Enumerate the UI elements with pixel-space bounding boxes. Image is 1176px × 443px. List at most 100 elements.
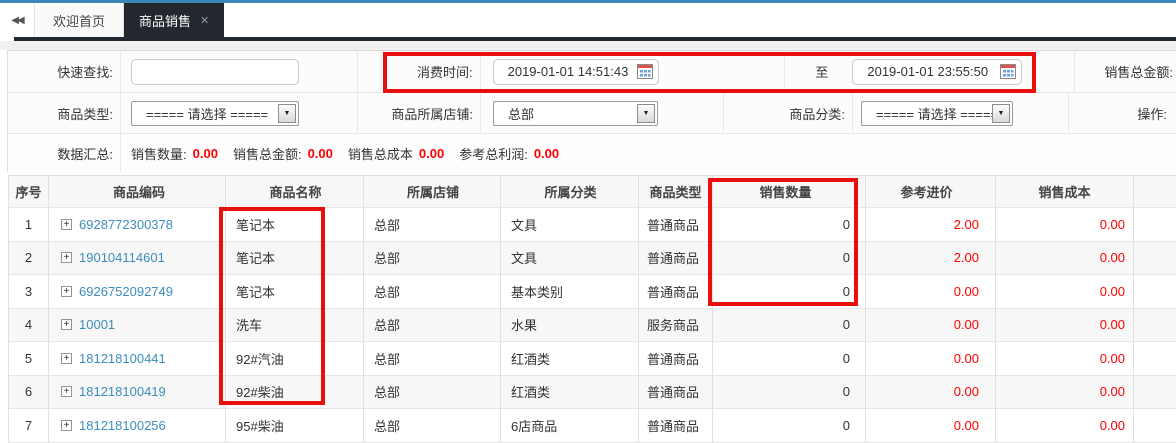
table-row[interactable]: 4 +10001 洗车 总部 水果 服务商品 0 0.00 0.00 (9, 308, 1176, 342)
row-no: 3 (9, 275, 49, 308)
summary-sales-cost-value: 0.00 (418, 145, 445, 161)
expand-row-icon[interactable]: + (61, 419, 72, 431)
store-select[interactable]: 总部 ▼ (493, 100, 658, 126)
row-store: 总部 (364, 241, 501, 274)
row-code: +6926752092749 (49, 275, 226, 308)
row-cost: 0.00 (996, 241, 1134, 274)
table-row[interactable]: 1 +6928772300378 笔记本 总部 文具 普通商品 0 2.00 0.00 (9, 208, 1176, 242)
category-select[interactable]: ===== 请选择 ===== ▼ (861, 100, 1013, 126)
collapse-tabs-icon[interactable]: ◀◀ (0, 3, 34, 37)
tab-product-sales[interactable]: 商品销售 ✕ (124, 3, 225, 37)
row-qty: 0 (713, 208, 866, 241)
table-row[interactable]: 7 +181218100256 95#柴油 总部 6店商品 普通商品 0 0.00 0.00 (9, 409, 1176, 443)
row-category: 水果 (501, 308, 639, 341)
quick-search-label: 快速查找: (57, 65, 113, 80)
col-ref-price[interactable]: 参考进价 (866, 176, 996, 207)
row-cost: 0.00 (996, 375, 1134, 408)
dropdown-arrow-icon[interactable]: ▼ (992, 103, 1010, 123)
row-name: 92#柴油 (226, 375, 364, 408)
product-code-link[interactable]: 181218100441 (79, 351, 166, 366)
sales-table: 序号 商品编码 商品名称 所属店铺 所属分类 商品类型 销售数量 参考进价 销售… (8, 175, 1176, 443)
dropdown-arrow-icon[interactable]: ▼ (637, 103, 655, 123)
filter-row-1: 快速查找: 消费时间: 2019-01-01 14:51:43 至 2019-0… (8, 51, 1176, 93)
row-code: +190104114601 (49, 241, 226, 274)
col-sales-cost[interactable]: 销售成本 (996, 176, 1134, 207)
row-ref-price: 0.00 (866, 308, 996, 341)
time-from-input[interactable]: 2019-01-01 14:51:43 (492, 58, 659, 85)
row-category: 红酒类 (501, 375, 639, 408)
expand-row-icon[interactable]: + (61, 252, 72, 264)
row-name: 笔记本 (226, 208, 364, 241)
col-sales-qty[interactable]: 销售数量 (713, 176, 866, 207)
row-no: 7 (9, 409, 49, 442)
product-type-label: 商品类型: (57, 106, 113, 122)
col-product-code[interactable]: 商品编码 (49, 176, 226, 207)
tab-welcome-label: 欢迎首页 (53, 13, 106, 29)
summary-sales-amount-value: 0.00 (307, 145, 333, 161)
row-qty: 0 (713, 342, 866, 375)
col-product-name[interactable]: 商品名称 (226, 176, 364, 207)
row-code: +181218100441 (49, 342, 226, 375)
row-name: 笔记本 (226, 275, 364, 308)
time-from-value: 2019-01-01 14:51:43 (507, 64, 629, 79)
row-category: 红酒类 (501, 342, 639, 375)
product-code-link[interactable]: 6928772300378 (79, 217, 173, 232)
dropdown-arrow-icon[interactable]: ▼ (278, 103, 296, 123)
tab-product-sales-label: 商品销售 (139, 13, 192, 29)
row-no: 6 (9, 375, 49, 408)
to-label: 至 (815, 65, 829, 80)
row-category: 文具 (501, 241, 639, 274)
category-label: 商品分类: (789, 106, 845, 122)
row-qty: 0 (713, 275, 866, 308)
table-header-row: 序号 商品编码 商品名称 所属店铺 所属分类 商品类型 销售数量 参考进价 销售… (9, 176, 1176, 208)
col-category[interactable]: 所属分类 (501, 176, 639, 207)
expand-row-icon[interactable]: + (61, 218, 72, 230)
row-no: 5 (9, 342, 49, 375)
close-tab-icon[interactable]: ✕ (200, 14, 209, 27)
col-store[interactable]: 所属店铺 (364, 176, 501, 207)
product-type-select[interactable]: ===== 请选择 ===== ▼ (131, 100, 299, 126)
quick-search-input[interactable] (130, 58, 299, 85)
expand-row-icon[interactable]: + (61, 352, 72, 364)
row-no: 1 (9, 208, 49, 241)
row-type: 普通商品 (639, 241, 713, 274)
filter-panel: 快速查找: 消费时间: 2019-01-01 14:51:43 至 2019-0… (7, 50, 1176, 172)
expand-row-icon[interactable]: + (61, 386, 72, 398)
col-product-type[interactable]: 商品类型 (639, 176, 713, 207)
table-row[interactable]: 3 +6926752092749 笔记本 总部 基本类别 普通商品 0 0.00 0.00 (9, 275, 1176, 309)
product-code-link[interactable]: 181218100256 (79, 418, 166, 433)
total-sales-amount-label: 销售总金额: (1104, 65, 1174, 80)
product-code-link[interactable]: 6926752092749 (79, 284, 173, 299)
page-gap (0, 41, 1176, 50)
row-type: 普通商品 (639, 375, 713, 408)
product-code-link[interactable]: 181218100419 (79, 384, 166, 399)
row-cost: 0.00 (996, 208, 1134, 241)
calendar-icon[interactable] (1000, 64, 1017, 79)
row-ref-price: 0.00 (866, 409, 996, 442)
store-label: 商品所属店铺: (391, 106, 473, 122)
product-code-link[interactable]: 10001 (79, 317, 115, 332)
expand-row-icon[interactable]: + (61, 319, 72, 331)
expand-row-icon[interactable]: + (61, 285, 72, 297)
table-row[interactable]: 2 +190104114601 笔记本 总部 文具 普通商品 0 2.00 0.00 (9, 241, 1176, 275)
summary-profit-value: 0.00 (533, 145, 560, 161)
row-type: 普通商品 (639, 409, 713, 442)
col-sales-amount[interactable]: 销售金额 (1134, 176, 1176, 207)
product-type-value: ===== 请选择 ===== (146, 106, 269, 122)
time-to-value: 2019-01-01 23:55:50 (867, 64, 989, 79)
row-type: 普通商品 (639, 275, 713, 308)
calendar-icon[interactable] (636, 64, 653, 79)
summary-sales-qty: 销售数量: 0.00 (131, 145, 218, 162)
row-amount (1134, 242, 1176, 275)
row-store: 总部 (364, 275, 501, 308)
time-to-input[interactable]: 2019-01-01 23:55:50 (852, 58, 1023, 85)
tab-welcome[interactable]: 欢迎首页 (34, 3, 125, 37)
category-value: ===== 请选择 ===== (876, 106, 999, 122)
row-name: 95#柴油 (226, 409, 364, 442)
col-no[interactable]: 序号 (9, 176, 49, 207)
summary-sales-qty-value: 0.00 (192, 145, 218, 161)
row-cost: 0.00 (996, 308, 1134, 341)
table-row[interactable]: 5 +181218100441 92#汽油 总部 红酒类 普通商品 0 0.00 0.00 (9, 342, 1176, 376)
product-code-link[interactable]: 190104114601 (79, 250, 165, 265)
table-row[interactable]: 6 +181218100419 92#柴油 总部 红酒类 普通商品 0 0.00 0.00 (9, 375, 1176, 409)
